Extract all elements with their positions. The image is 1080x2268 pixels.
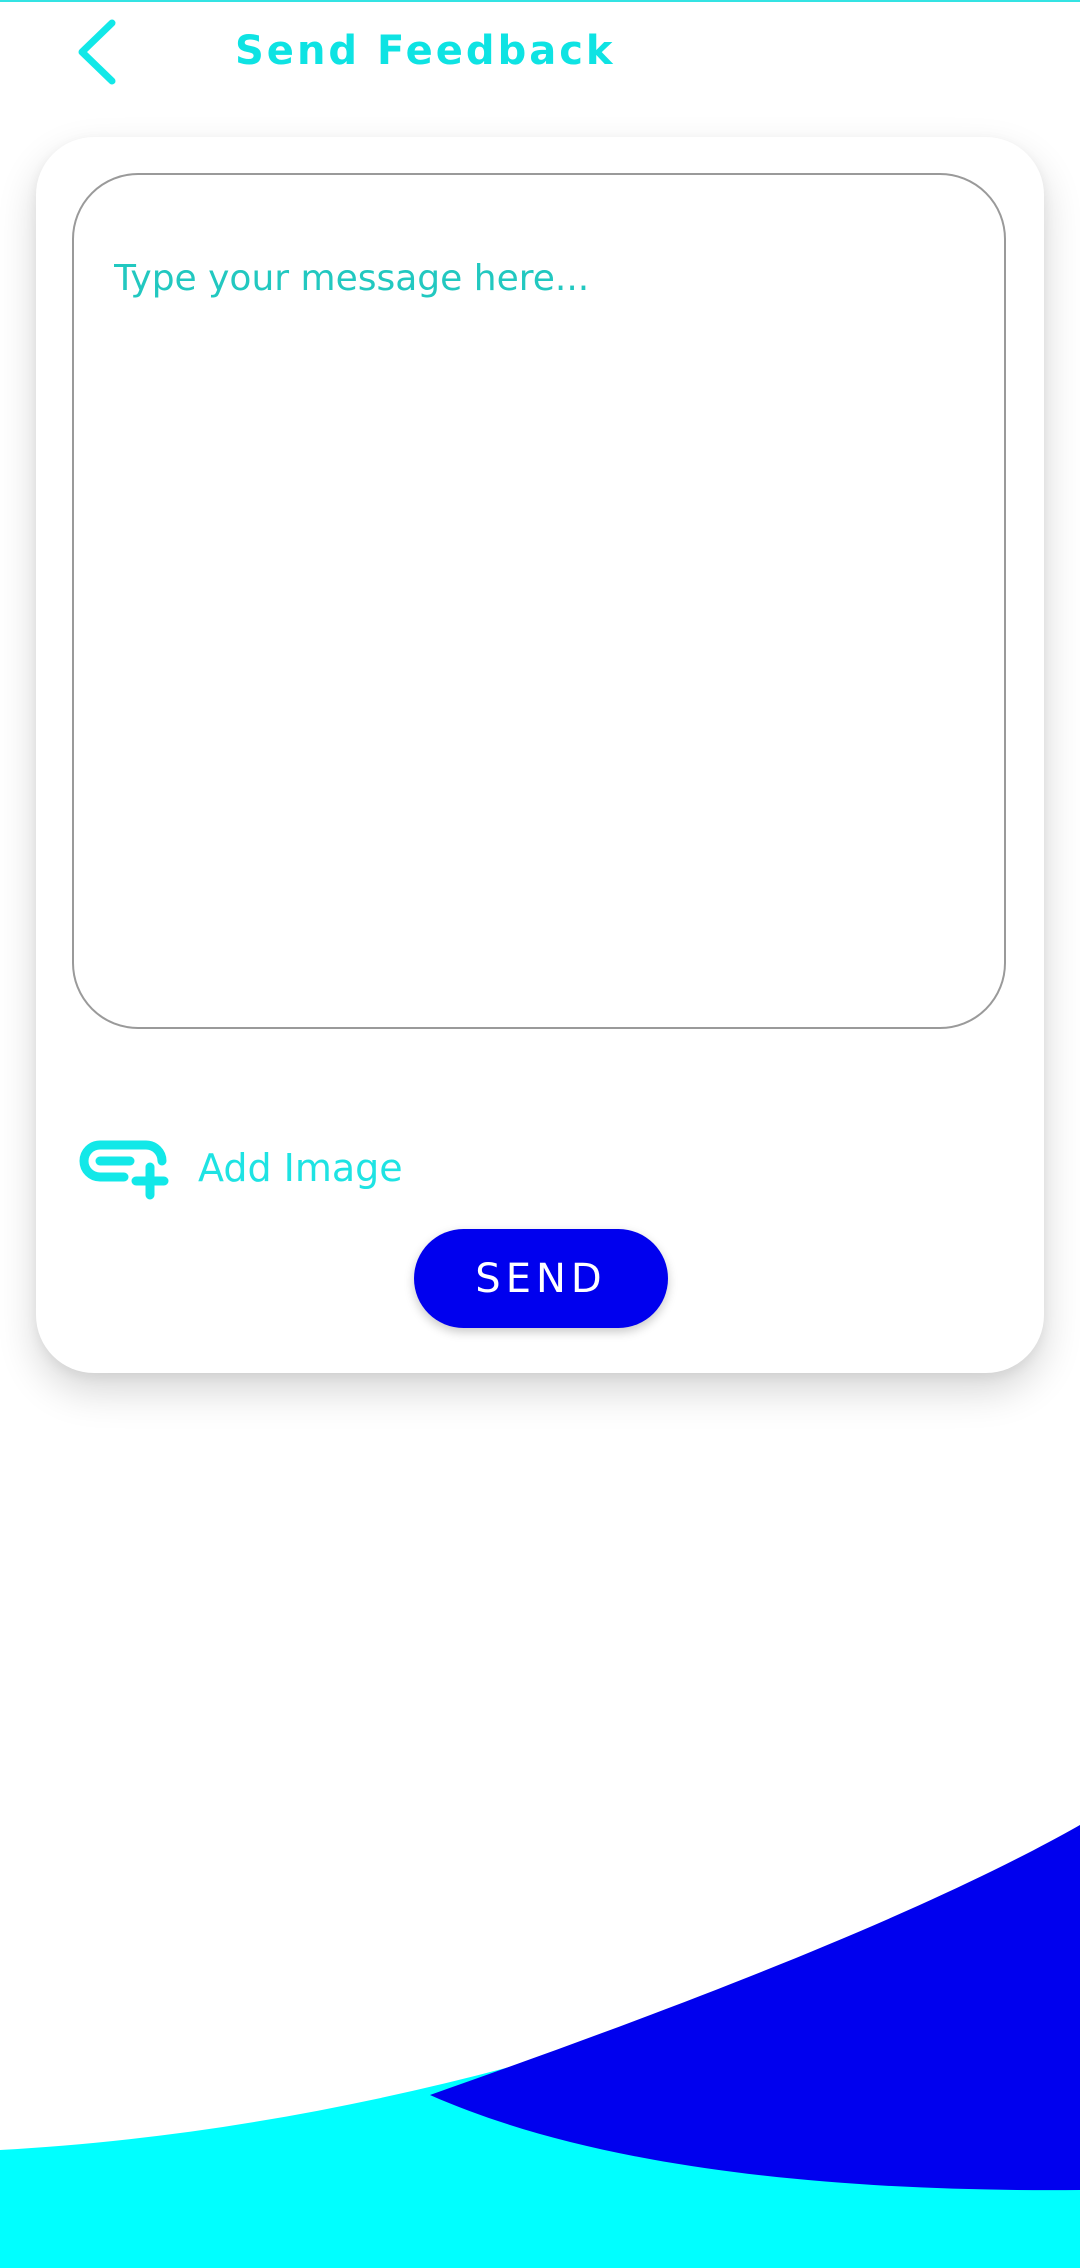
attach-add-icon xyxy=(79,1140,169,1200)
app-header: Send Feedback xyxy=(0,0,1080,110)
decorative-wave xyxy=(0,1825,1080,2268)
back-button[interactable] xyxy=(62,14,132,90)
message-input[interactable] xyxy=(114,255,964,975)
send-button[interactable]: SEND xyxy=(414,1229,668,1328)
page-title: Send Feedback xyxy=(235,28,616,74)
feedback-screen: Send Feedback Add Image SEND xyxy=(0,0,1080,2268)
message-box[interactable] xyxy=(72,173,1006,1029)
add-image-label: Add Image xyxy=(198,1146,403,1190)
feedback-card: Add Image SEND xyxy=(36,137,1044,1373)
add-image-button[interactable]: Add Image xyxy=(78,1133,403,1203)
chevron-left-icon xyxy=(78,19,116,85)
